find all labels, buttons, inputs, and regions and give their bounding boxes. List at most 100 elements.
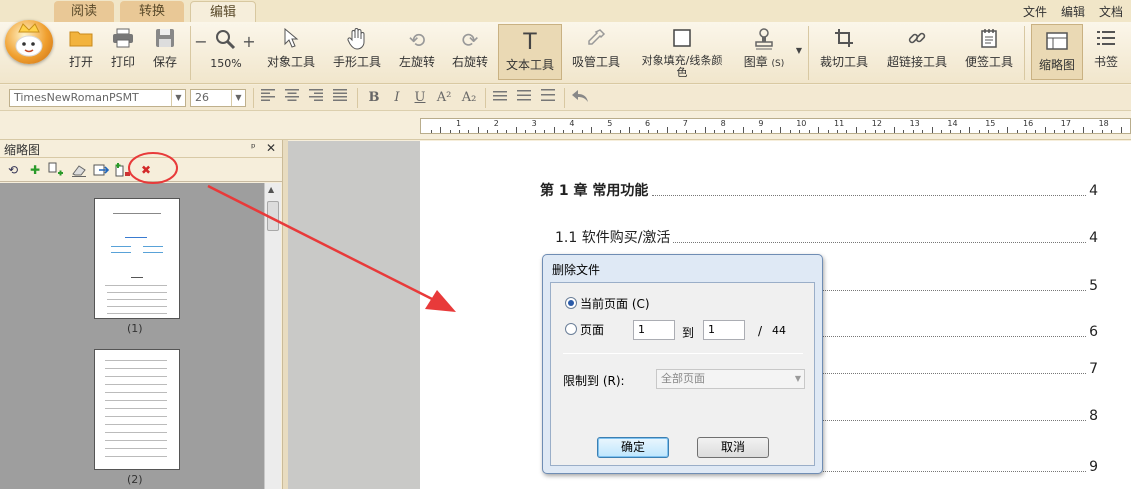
save-button[interactable]: 保存 [146, 22, 184, 84]
separator [253, 88, 254, 108]
ruler-tick [534, 130, 536, 133]
thumbnail-page-1[interactable] [94, 198, 180, 319]
bookmark-button[interactable]: 书签 [1088, 22, 1124, 84]
limit-label: 限制到 (R): [563, 374, 625, 388]
text-tool-button[interactable]: T 文本工具 [498, 24, 562, 80]
ruler-tick [1111, 130, 1113, 133]
toc-entry[interactable]: 6 [820, 321, 1098, 343]
cancel-button[interactable]: 取消 [697, 437, 769, 458]
separator [190, 26, 191, 80]
ruler-tick-label: 3 [531, 119, 537, 128]
tab-convert[interactable]: 转换 [120, 1, 184, 22]
undo-button[interactable] [570, 89, 590, 107]
font-family-select[interactable]: TimesNewRomanPSMT ▼ [9, 89, 186, 107]
scroll-up-arrow-icon[interactable]: ▲ [268, 185, 274, 194]
note-tool-button[interactable]: 便签工具 [960, 22, 1018, 84]
ruler-tick [1082, 127, 1084, 133]
printer-icon [104, 28, 142, 52]
ruler-tick [865, 130, 867, 133]
ruler-tick [629, 127, 631, 133]
crop-tool-button[interactable]: 裁切工具 [816, 22, 872, 84]
hand-tool-button[interactable]: 手形工具 [328, 22, 386, 84]
ruler-tick [723, 130, 725, 133]
app-logo[interactable] [5, 20, 53, 64]
extract-page-icon[interactable] [48, 162, 64, 178]
tab-edit[interactable]: 编辑 [190, 1, 256, 22]
toc-entry[interactable]: 7 [820, 358, 1098, 380]
line-spacing-3-button[interactable] [538, 89, 558, 107]
fill-color-button[interactable]: 对象填充/线条颜 色 [634, 22, 730, 84]
rotate-page-icon[interactable]: ⟲ [5, 162, 21, 178]
insert-blank-page-icon[interactable] [114, 162, 130, 178]
rotate-right-icon: ⟳ [461, 28, 479, 52]
zoom-level[interactable]: 150% [204, 57, 248, 73]
ruler-tick [988, 130, 990, 133]
delete-page-icon[interactable]: ✖ [138, 162, 154, 178]
toc-leader [673, 242, 1086, 243]
menu-file[interactable]: 文件 [1023, 3, 1047, 20]
page-to-input[interactable]: 1 [703, 320, 745, 340]
align-justify-button[interactable] [330, 89, 350, 107]
line-spacing-1-button[interactable] [490, 89, 510, 107]
object-tool-button[interactable]: 对象工具 [262, 22, 320, 84]
radio-page-range[interactable] [565, 323, 577, 335]
zoom-in-button[interactable]: + [242, 32, 256, 51]
ruler-tick [496, 130, 498, 133]
thumbnail-page-2[interactable] [94, 349, 180, 470]
open-button[interactable]: 打开 [62, 22, 100, 84]
toc-entry[interactable]: 9 [820, 456, 1098, 478]
line-spacing-icon [541, 89, 555, 101]
insert-page-icon[interactable]: ✚ [27, 162, 43, 178]
underline-button[interactable]: U [410, 89, 430, 107]
pin-icon[interactable]: ᵖ [251, 141, 256, 154]
toc-entry-chapter-1[interactable]: 第 1 章 常用功能 4 [540, 180, 1098, 202]
rotate-right-button[interactable]: ⟳ 右旋转 [447, 22, 493, 84]
ok-button[interactable]: 确定 [597, 437, 669, 458]
ruler-tick [1026, 130, 1027, 133]
thumb-line [131, 277, 143, 278]
total-pages: 44 [772, 324, 786, 337]
toc-entry-1-1[interactable]: 1.1 软件购买/激活 4 [555, 227, 1098, 249]
menu-edit[interactable]: 编辑 [1061, 3, 1085, 20]
thumb-line [105, 360, 167, 361]
toc-entry[interactable]: 5 [820, 275, 1098, 297]
export-page-icon[interactable] [93, 162, 110, 178]
tab-read[interactable]: 阅读 [54, 1, 114, 22]
thumb-line [105, 285, 167, 286]
align-center-button[interactable] [282, 89, 302, 107]
ruler-tick [770, 130, 772, 133]
rotate-left-button[interactable]: ⟲ 左旋转 [394, 22, 440, 84]
italic-button[interactable]: I [387, 89, 407, 107]
ruler-tick-label: 15 [985, 119, 996, 128]
hyperlink-tool-button[interactable]: 超链接工具 [882, 22, 952, 84]
eraser-icon[interactable] [71, 162, 87, 178]
notepad-icon [960, 28, 1018, 52]
font-size-select[interactable]: 26 ▼ [190, 89, 246, 107]
align-left-button[interactable] [258, 89, 278, 107]
menu-doc[interactable]: 文档 [1099, 3, 1123, 20]
thumbnail-button[interactable]: 缩略图 [1031, 24, 1083, 80]
limit-select[interactable]: 全部页面 ▼ [656, 369, 805, 389]
scrollbar-thumb[interactable] [267, 201, 279, 231]
align-right-button[interactable] [306, 89, 326, 107]
ruler-tick-label: 18 [1098, 119, 1109, 128]
thumbnail-scrollbar[interactable]: ▲ [264, 183, 281, 489]
stamp-dropdown-arrow-icon[interactable]: ▼ [794, 46, 804, 56]
radio-current-page[interactable] [565, 297, 577, 309]
stamp-button[interactable]: 图章 (S) [740, 22, 788, 84]
ruler-tick [1092, 130, 1094, 133]
subscript-button[interactable]: A₂ [459, 89, 479, 107]
ruler-tick [714, 130, 716, 133]
page-from-input[interactable]: 1 [633, 320, 675, 340]
line-spacing-icon [517, 90, 531, 101]
line-spacing-2-button[interactable] [514, 89, 534, 107]
zoom-button[interactable] [212, 22, 238, 84]
print-button[interactable]: 打印 [104, 22, 142, 84]
ruler-tick [846, 130, 848, 133]
bold-button[interactable]: B [364, 89, 384, 107]
panel-close-icon[interactable]: ✕ [266, 141, 276, 155]
zoom-out-button[interactable]: − [194, 32, 208, 51]
eyedropper-button[interactable]: 吸管工具 [568, 22, 624, 84]
superscript-button[interactable]: A² [434, 89, 454, 107]
toc-entry[interactable]: 8 [820, 405, 1098, 427]
